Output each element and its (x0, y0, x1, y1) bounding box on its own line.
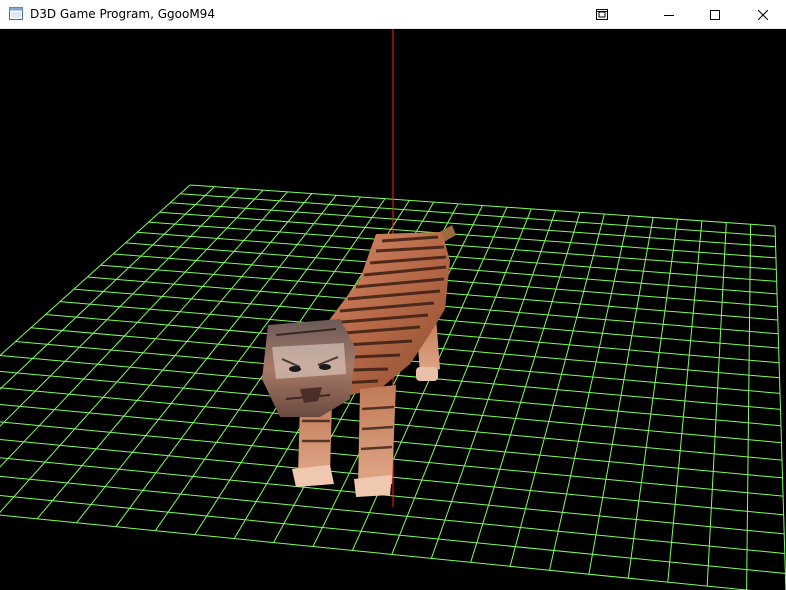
render-viewport[interactable] (0, 29, 786, 590)
minimize-icon (664, 14, 674, 16)
maximize-button[interactable] (692, 0, 738, 29)
title-bar[interactable]: D3D Game Program, GgooM94 (0, 0, 786, 29)
grid-line (189, 184, 776, 227)
grid-line (159, 211, 777, 259)
grid-line (774, 225, 786, 590)
grid-line (180, 193, 776, 237)
grid-line (170, 202, 776, 248)
tiger-model (262, 225, 456, 497)
grid-line (0, 184, 191, 357)
app-window: D3D Game Program, GgooM94 (0, 0, 786, 590)
scene-canvas (0, 29, 786, 590)
window-overlay-icon (596, 9, 608, 20)
close-button[interactable] (740, 0, 786, 29)
minimize-button[interactable] (646, 0, 692, 29)
grid-line (0, 475, 785, 554)
maximize-icon (710, 9, 720, 20)
grid-line (0, 186, 215, 390)
app-icon (9, 7, 23, 20)
window-title: D3D Game Program, GgooM94 (30, 7, 215, 21)
grid-line (0, 189, 264, 468)
close-icon (758, 9, 768, 20)
window-overlay-button[interactable] (579, 0, 625, 29)
